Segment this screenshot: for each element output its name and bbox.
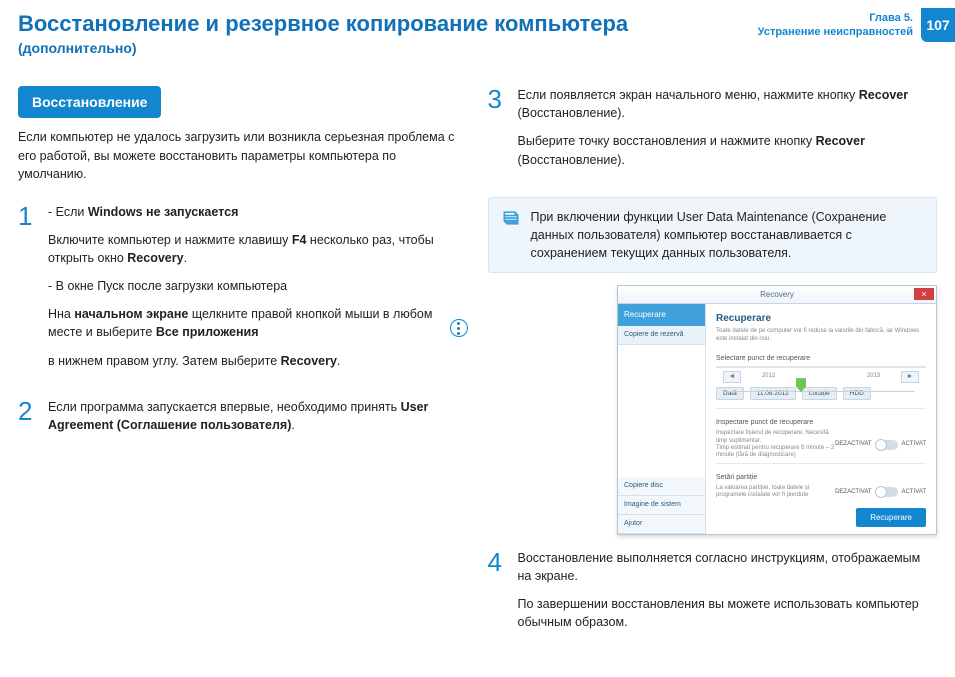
note-icon [501,208,521,228]
ss-partition-desc: La valoarea partiției, toate datele și p… [716,485,835,499]
ss-date-label: Dată [716,387,744,400]
step1-bullet2: В окне Пуск после загрузки компьютера [48,277,468,295]
ss-year-1: 2012 [762,372,775,381]
ss-section-partition: Setări partiție [716,473,926,483]
step2-text: Если программа запускается впервые, необ… [48,398,468,434]
info-note: При включении функции User Data Maintena… [488,197,938,273]
ss-section-inspect: Inspectare punct de recuperare [716,418,926,428]
ss-inspect-desc1: Inspectare fișierul de recuperare. Neces… [716,430,835,444]
chapter-number: Глава 5. [758,11,913,25]
ss-timeline-next[interactable]: ► [901,371,919,383]
step3-text1: Если появляется экран начального меню, н… [518,86,938,122]
step-number-4: 4 [488,549,508,642]
step1-bullet1: Если Windows не запускается [48,203,468,221]
step4-text2: По завершении восстановления вы можете и… [518,595,938,631]
page-number-badge: 107 [921,8,955,42]
page-subtitle: (дополнительно) [18,38,628,58]
ss-sidebar-head[interactable]: Recuperare [618,304,705,326]
intro-text: Если компьютер не удалось загрузить или … [18,128,468,182]
step3-text2: Выберите точку восстановления и нажмите … [518,132,938,168]
ss-window-title: Recovery [760,289,794,301]
ss-year-2: 2013 [867,372,880,381]
step1-text3: в нижнем правом углу. Затем выберите Rec… [48,352,468,370]
step1-text2: Нна начальном экране щелкните правой кно… [48,305,468,351]
ss-sidebar-help[interactable]: Ajutor [618,515,705,534]
ss-recover-button[interactable]: Recuperare [856,508,926,528]
ss-timeline[interactable]: ◄ ► [716,366,926,368]
ss-loc-value: HDD [843,387,871,400]
chapter-title: Устранение неисправностей [758,25,913,39]
step1-text1: Включите компьютер и нажмите клавишу F4 … [48,231,468,267]
recovery-screenshot: Recovery × Recuperare Copiere de rezervă… [617,285,937,535]
section-heading: Восстановление [18,86,161,118]
ss-sidebar-backup[interactable]: Copiere de rezervă [618,326,705,345]
ss-inspect-desc2: Timp estimat pentru recuperare 5 minute … [716,445,835,459]
ss-sidebar-image[interactable]: Imagine de sistem [618,496,705,515]
ss-section-select: Selectare punct de recuperare [716,354,926,364]
page-title: Восстановление и резервное копирование к… [18,8,628,40]
ss-loc-label: Locație [802,387,837,400]
note-text: При включении функции User Data Maintena… [531,208,925,262]
ss-inspect-toggle[interactable]: DEZACTIVAT ACTIVAT [835,440,926,450]
all-apps-icon [450,319,468,337]
ss-sidebar-disc[interactable]: Copiere disc [618,477,705,496]
step-number-2: 2 [18,398,38,444]
step-number-1: 1 [18,203,38,380]
ss-main-sub: Toate datele de pe computer vor fi redus… [716,327,926,344]
ss-timeline-prev[interactable]: ◄ [723,371,741,383]
ss-partition-toggle[interactable]: DEZACTIVAT ACTIVAT [835,487,926,497]
ss-close-button[interactable]: × [914,288,934,300]
ss-date-value: 11.08.2012 [750,387,796,400]
step4-text1: Восстановление выполняется согласно инст… [518,549,938,585]
step-number-3: 3 [488,86,508,179]
ss-main-title: Recuperare [716,312,926,327]
